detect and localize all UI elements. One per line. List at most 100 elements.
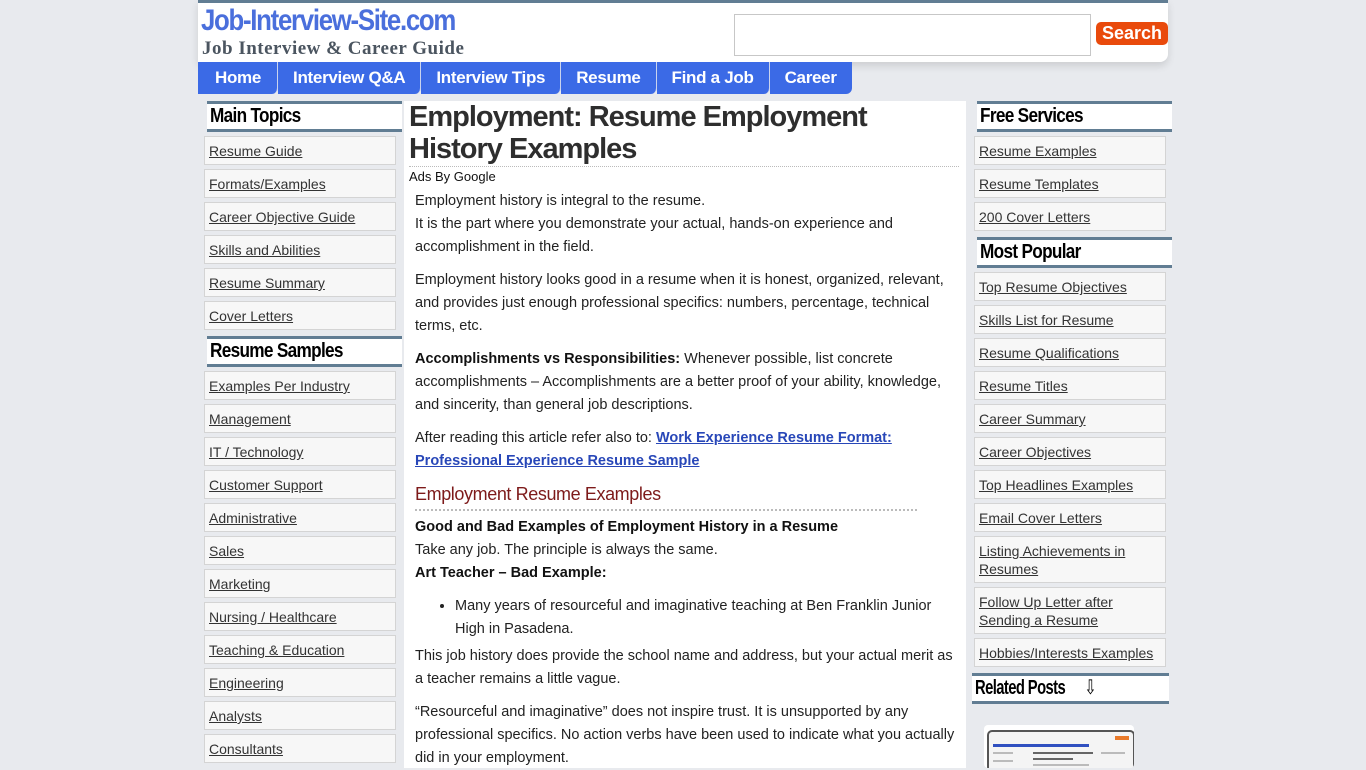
main-topics-list: Resume Guide Formats/Examples Career Obj…	[204, 136, 404, 330]
paragraph: “Resourceful and imaginative” does not i…	[415, 704, 955, 766]
related-posts-heading: Related Posts ⇩	[972, 673, 1169, 704]
sidebar-link-hobbies-interests[interactable]: Hobbies/Interests Examples	[979, 645, 1153, 661]
list-item: Resume Examples	[974, 136, 1166, 165]
list-item: Customer Support	[204, 470, 396, 499]
sidebar-link-formats-examples[interactable]: Formats/Examples	[209, 176, 326, 192]
related-posts-title: Related Posts ⇩	[975, 676, 1098, 701]
free-services-heading: Free Services	[977, 101, 1172, 132]
bad-example-list: Many years of resourceful and imaginativ…	[415, 595, 955, 641]
paragraph: Accomplishments vs Responsibilities: Whe…	[415, 348, 955, 417]
search-button[interactable]: Search	[1096, 22, 1168, 45]
main-content: Employment: Resume Employment History Ex…	[404, 101, 966, 768]
sidebar-link-it-technology[interactable]: IT / Technology	[209, 444, 303, 460]
nav-interview-tips[interactable]: Interview Tips	[421, 62, 562, 94]
sidebar-link-resume-templates[interactable]: Resume Templates	[979, 176, 1099, 192]
thumbnail-decoration	[993, 752, 1013, 754]
sidebar-link-nursing-healthcare[interactable]: Nursing / Healthcare	[209, 609, 337, 625]
nav-resume[interactable]: Resume	[561, 62, 657, 94]
section-heading: Employment Resume Examples	[415, 483, 917, 511]
list-item: Consultants	[204, 734, 396, 763]
article-body: Employment history is integral to the re…	[409, 190, 955, 770]
list-item: Resume Summary	[204, 268, 396, 297]
list-item: Resume Templates	[974, 169, 1166, 198]
paragraph-text: Take any job. The principle is always th…	[415, 542, 718, 558]
thumbnail-preview	[987, 730, 1134, 768]
sidebar-link-skills-list[interactable]: Skills List for Resume	[979, 312, 1114, 328]
site-header: Job-Interview-Site.com Job Interview & C…	[198, 0, 1168, 62]
paragraph: After reading this article refer also to…	[415, 427, 955, 473]
list-item: IT / Technology	[204, 437, 396, 466]
professional-experience-link[interactable]: Professional Experience Resume Sample	[415, 453, 700, 469]
sidebar-link-resume-summary[interactable]: Resume Summary	[209, 275, 325, 291]
sidebar-link-resume-examples[interactable]: Resume Examples	[979, 143, 1097, 159]
sidebar-link-200-cover-letters[interactable]: 200 Cover Letters	[979, 209, 1090, 225]
sidebar-link-resume-titles[interactable]: Resume Titles	[979, 378, 1068, 394]
resume-samples-list: Examples Per Industry Management IT / Te…	[204, 371, 404, 763]
most-popular-title: Most Popular	[980, 241, 1081, 263]
nav-career[interactable]: Career	[769, 62, 852, 94]
sidebar-link-top-resume-objectives[interactable]: Top Resume Objectives	[979, 279, 1127, 295]
sidebar-link-career-summary[interactable]: Career Summary	[979, 411, 1086, 427]
sidebar-link-examples-per-industry[interactable]: Examples Per Industry	[209, 378, 350, 394]
search-input[interactable]	[734, 14, 1091, 56]
main-nav: Home Interview Q&A Interview Tips Resume…	[198, 62, 852, 94]
sidebar-link-email-cover-letters[interactable]: Email Cover Letters	[979, 510, 1102, 526]
list-item: Email Cover Letters	[974, 503, 1166, 532]
list-item: Listing Achievements in Resumes	[974, 536, 1166, 583]
list-item: Administrative	[204, 503, 396, 532]
nav-home[interactable]: Home	[198, 62, 279, 94]
most-popular-list: Top Resume Objectives Skills List for Re…	[974, 272, 1168, 667]
sidebar-link-marketing[interactable]: Marketing	[209, 576, 270, 592]
list-item: Skills List for Resume	[974, 305, 1166, 334]
sidebar-link-cover-letters[interactable]: Cover Letters	[209, 308, 293, 324]
sidebar-link-consultants[interactable]: Consultants	[209, 741, 283, 757]
work-experience-link[interactable]: Work Experience Resume Format:	[656, 430, 892, 446]
list-item: Many years of resourceful and imaginativ…	[455, 595, 955, 641]
sidebar-link-career-objectives[interactable]: Career Objectives	[979, 444, 1091, 460]
list-item: Examples Per Industry	[204, 371, 396, 400]
list-item: Skills and Abilities	[204, 235, 396, 264]
sidebar-link-listing-achievements[interactable]: Listing Achievements in Resumes	[979, 543, 1125, 577]
free-services-list: Resume Examples Resume Templates 200 Cov…	[974, 136, 1168, 231]
related-post-thumbnail[interactable]	[984, 725, 1134, 768]
list-item: Sales	[204, 536, 396, 565]
list-item: Cover Letters	[204, 301, 396, 330]
sidebar-link-administrative[interactable]: Administrative	[209, 510, 297, 526]
free-services-title: Free Services	[980, 105, 1084, 127]
list-item: Resume Guide	[204, 136, 396, 165]
nav-interview-qa[interactable]: Interview Q&A	[278, 62, 422, 94]
list-item: Career Objective Guide	[204, 202, 396, 231]
list-item: Career Objectives	[974, 437, 1166, 466]
sidebar-link-teaching-education[interactable]: Teaching & Education	[209, 642, 344, 658]
list-item: Nursing / Healthcare	[204, 602, 396, 631]
sidebar-link-career-objective-guide[interactable]: Career Objective Guide	[209, 209, 355, 225]
intro-line-2: It is the part where you demonstrate you…	[415, 216, 893, 255]
intro-line-1: Employment history is integral to the re…	[415, 193, 706, 209]
sidebar-link-skills-and-abilities[interactable]: Skills and Abilities	[209, 242, 320, 258]
thumbnail-decoration	[1115, 736, 1129, 740]
right-sidebar: Free Services Resume Examples Resume Tem…	[968, 101, 1172, 768]
sidebar-link-management[interactable]: Management	[209, 411, 291, 427]
resume-samples-heading: Resume Samples	[207, 336, 402, 367]
thumbnail-decoration	[993, 760, 1013, 762]
sidebar-link-analysts[interactable]: Analysts	[209, 708, 262, 724]
sidebar-link-customer-support[interactable]: Customer Support	[209, 477, 323, 493]
nav-find-a-job[interactable]: Find a Job	[656, 62, 770, 94]
sidebar-link-engineering[interactable]: Engineering	[209, 675, 284, 691]
list-item: Top Headlines Examples	[974, 470, 1166, 499]
list-item: 200 Cover Letters	[974, 202, 1166, 231]
most-popular-heading: Most Popular	[977, 237, 1172, 268]
site-logo[interactable]: Job-Interview-Site.com	[201, 4, 456, 38]
list-item: Analysts	[204, 701, 396, 730]
sidebar-link-resume-qualifications[interactable]: Resume Qualifications	[979, 345, 1119, 361]
list-item: Marketing	[204, 569, 396, 598]
list-item: Management	[204, 404, 396, 433]
sidebar-link-sales[interactable]: Sales	[209, 543, 244, 559]
list-item: Resume Qualifications	[974, 338, 1166, 367]
thumbnail-decoration	[993, 744, 1089, 747]
sidebar-link-follow-up-letter[interactable]: Follow Up Letter after Sending a Resume	[979, 594, 1113, 628]
paragraph: Employment history looks good in a resum…	[415, 272, 944, 334]
related-posts-label: Related Posts	[975, 677, 1066, 699]
sidebar-link-resume-guide[interactable]: Resume Guide	[209, 143, 302, 159]
sidebar-link-top-headlines[interactable]: Top Headlines Examples	[979, 477, 1133, 493]
